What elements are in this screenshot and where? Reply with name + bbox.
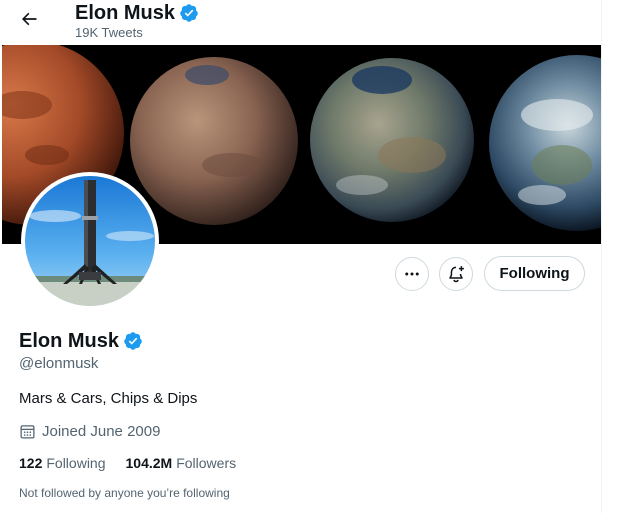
avatar-image	[25, 176, 155, 306]
more-icon	[405, 272, 419, 276]
followers-stat-link[interactable]: 104.2M Followers	[126, 455, 237, 471]
profile-bio: Mars & Cars, Chips & Dips	[19, 390, 198, 407]
verified-badge-icon	[180, 4, 198, 22]
calendar-icon	[20, 425, 35, 439]
header-title-row: Elon Musk	[75, 1, 199, 25]
following-label: Following	[46, 455, 106, 471]
followers-label: Followers	[176, 455, 237, 471]
rocket-avatar-image	[25, 176, 155, 306]
profile-handle: @elonmusk	[19, 355, 99, 372]
tweet-count: 19K Tweets	[75, 25, 143, 40]
profile-name-row: Elon Musk	[19, 329, 143, 353]
arrow-left-icon	[22, 12, 37, 26]
bell-plus-icon	[449, 266, 464, 283]
notify-button[interactable]	[439, 257, 473, 291]
verified-badge-icon	[124, 332, 142, 350]
back-button[interactable]	[12, 4, 46, 34]
avatar[interactable]	[21, 172, 159, 310]
header-title: Elon Musk	[75, 2, 176, 24]
not-followed-note: Not followed by anyone you’re following	[19, 486, 230, 500]
following-stat-link[interactable]: 122 Following	[19, 455, 106, 471]
more-button[interactable]	[395, 257, 429, 291]
joined-date-row: Joined June 2009	[19, 423, 160, 440]
profile-page: Elon Musk 19K Tweets Following Elon Musk…	[0, 0, 602, 513]
following-button[interactable]: Following	[484, 256, 585, 291]
joined-date: Joined June 2009	[42, 423, 161, 440]
followers-count: 104.2M	[125, 455, 173, 471]
following-count: 122	[19, 455, 43, 471]
profile-name: Elon Musk	[19, 330, 120, 352]
profile-header: Elon Musk 19K Tweets	[0, 0, 601, 44]
follow-stats: 122 Following 104.2M Followers	[19, 455, 236, 471]
